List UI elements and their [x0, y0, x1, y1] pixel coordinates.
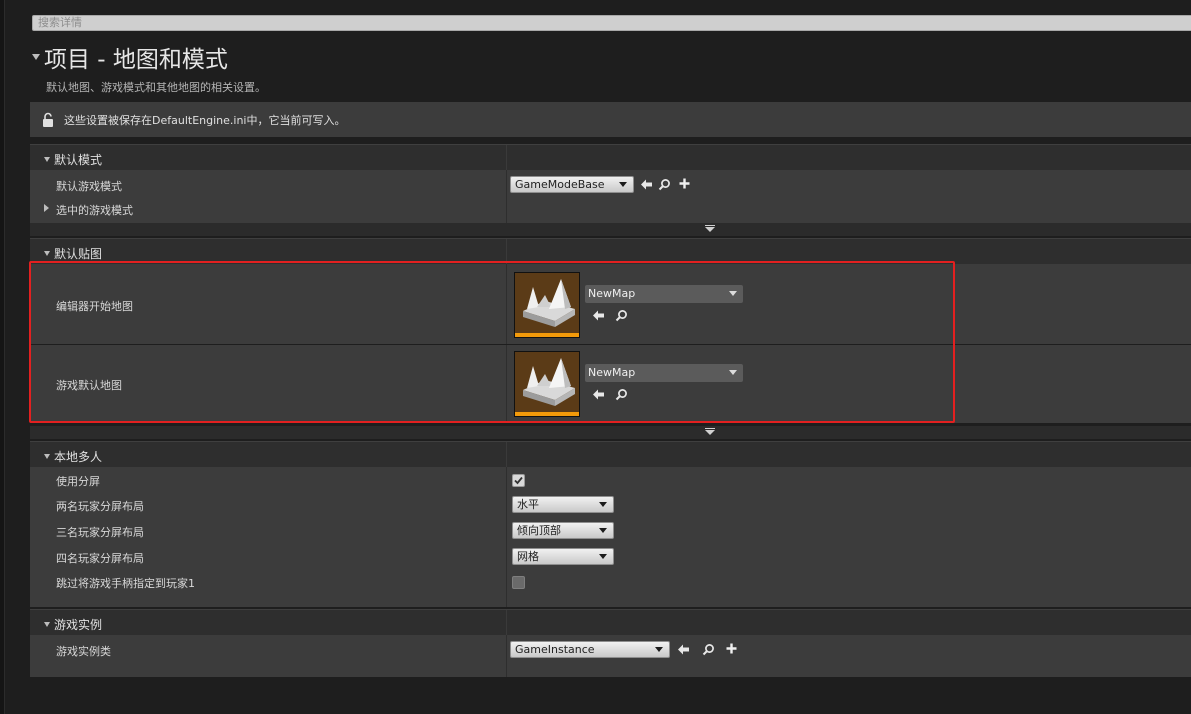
collapse-triangle-icon[interactable]: [44, 622, 50, 627]
left-panel-edge: [0, 0, 5, 714]
three-player-layout-value: 倾向顶部: [517, 524, 561, 537]
game-instance-class-value: GameInstance: [515, 643, 595, 656]
game-mode-value: GameModeBase: [515, 178, 605, 191]
use-splitscreen-label: 使用分屏: [56, 475, 100, 488]
selected-game-mode-label[interactable]: 选中的游戏模式: [56, 202, 133, 218]
category-title: 游戏实例: [54, 618, 103, 632]
search-details-input[interactable]: 搜索详情: [32, 15, 1191, 31]
arrow-left-icon[interactable]: [592, 309, 605, 322]
lock-icon: [42, 112, 56, 128]
editor-start-map-label: 编辑器开始地图: [56, 300, 133, 313]
collapse-triangle-icon[interactable]: [32, 54, 40, 60]
four-player-layout-label: 四名玩家分屏布局: [56, 552, 144, 565]
game-default-map-dropdown[interactable]: NewMap: [585, 364, 743, 382]
row-game-default-map: 游戏默认地图 NewMap: [30, 345, 1191, 423]
game-instance-class-label: 游戏实例类: [56, 645, 111, 658]
use-splitscreen-checkbox[interactable]: [512, 474, 525, 487]
category-title: 默认模式: [54, 153, 103, 167]
four-player-layout-value: 网格: [517, 550, 539, 563]
map-thumbnail[interactable]: [514, 272, 580, 338]
editor-start-map-value: NewMap: [588, 287, 636, 300]
two-player-layout-value: 水平: [517, 498, 539, 511]
two-player-layout-dropdown[interactable]: 水平: [512, 496, 614, 513]
two-player-layout-label: 两名玩家分屏布局: [56, 500, 144, 513]
magnifier-icon[interactable]: [615, 309, 628, 322]
game-mode-dropdown[interactable]: GameModeBase: [510, 176, 634, 193]
four-player-layout-dropdown[interactable]: 网格: [512, 548, 614, 565]
category-local-multiplayer[interactable]: 本地多人: [30, 441, 1191, 467]
plus-icon[interactable]: [725, 642, 738, 655]
page-title-row[interactable]: 项目 - 地图和模式: [32, 42, 228, 73]
category-default-modes[interactable]: 默认模式: [30, 144, 1191, 170]
notice-text: 这些设置被保存在DefaultEngine.ini中，它当前可写入。: [64, 113, 346, 127]
three-player-layout-label: 三名玩家分屏布局: [56, 526, 144, 539]
three-player-layout-dropdown[interactable]: 倾向顶部: [512, 522, 614, 539]
advanced-expander[interactable]: [30, 426, 1191, 439]
category-title: 本地多人: [54, 450, 103, 464]
expand-triangle-icon[interactable]: [44, 204, 49, 212]
category-game-instance[interactable]: 游戏实例: [30, 609, 1191, 635]
local-multiplayer-rows: 使用分屏 两名玩家分屏布局 水平 三名玩家分屏布局 倾向顶部 四名玩家分屏布局 …: [30, 467, 1191, 607]
magnifier-icon[interactable]: [658, 178, 671, 191]
row-game-instance-class: 游戏实例类 GameInstance: [30, 635, 1191, 677]
map-thumbnail[interactable]: [514, 351, 580, 417]
collapse-triangle-icon[interactable]: [44, 454, 50, 459]
magnifier-icon[interactable]: [615, 388, 628, 401]
default-game-mode-label: 默认游戏模式: [56, 180, 122, 193]
row-default-game-mode: 默认游戏模式 选中的游戏模式 GameModeBase: [30, 170, 1191, 223]
game-instance-class-dropdown[interactable]: GameInstance: [510, 641, 670, 658]
skip-gamepad-label: 跳过将游戏手柄指定到玩家1: [56, 577, 195, 590]
row-editor-start-map: 编辑器开始地图 NewMap: [30, 264, 1191, 344]
plus-icon[interactable]: [678, 177, 691, 190]
game-default-map-value: NewMap: [588, 366, 636, 379]
arrow-left-icon[interactable]: [677, 643, 690, 656]
page-title: 项目 - 地图和模式: [44, 47, 228, 73]
config-notice-bar: 这些设置被保存在DefaultEngine.ini中，它当前可写入。: [30, 102, 1191, 137]
collapse-triangle-icon[interactable]: [44, 157, 50, 162]
skip-gamepad-checkbox[interactable]: [512, 576, 525, 589]
magnifier-icon[interactable]: [702, 643, 715, 656]
advanced-expander[interactable]: [30, 223, 1191, 236]
collapse-triangle-icon[interactable]: [44, 251, 50, 256]
editor-start-map-dropdown[interactable]: NewMap: [585, 285, 743, 303]
arrow-left-icon[interactable]: [592, 388, 605, 401]
category-title: 默认贴图: [54, 247, 103, 261]
category-default-maps[interactable]: 默认贴图: [30, 238, 1191, 264]
arrow-left-icon[interactable]: [640, 178, 653, 191]
page-description: 默认地图、游戏模式和其他地图的相关设置。: [46, 81, 266, 94]
game-default-map-label: 游戏默认地图: [56, 379, 122, 392]
